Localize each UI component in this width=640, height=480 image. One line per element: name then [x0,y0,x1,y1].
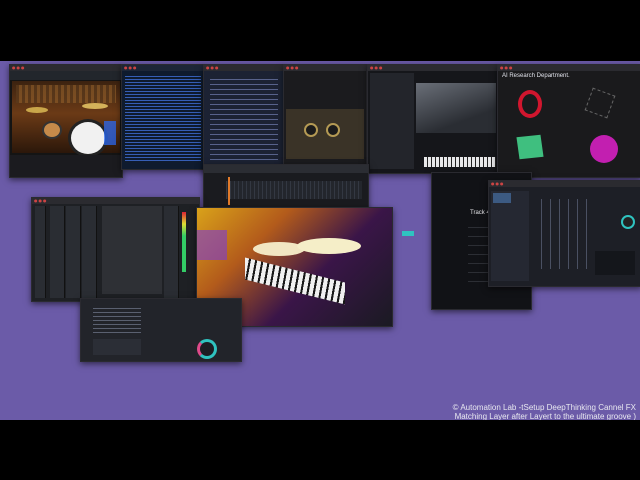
track-title: Track 4 [470,210,490,216]
channel-strip-titlebar[interactable]: ●●● [489,181,640,187]
drum-kit-image [12,81,120,157]
piano-plugin-sidebar [370,73,414,169]
mixer-top-knob-1[interactable] [304,123,318,137]
mixer-top-knob-2[interactable] [326,123,340,137]
magenta-circle-shape [590,135,618,163]
research-title: AI Research Department. [502,73,570,79]
drum-kit-window[interactable]: ●●● [9,64,123,178]
arrangement-marker [228,177,230,205]
caption-line-1: © Automation Lab -tSetup DeepThinking Ca… [452,403,636,412]
notes-window[interactable]: ●●● [203,64,285,172]
mixer-channel-4[interactable] [82,206,97,298]
kick-drum [68,119,108,157]
channel-strip-sidebar [491,191,529,281]
tom-drum [42,121,62,139]
blue-light [104,121,116,145]
mixer-top-titlebar[interactable]: ●●● [284,65,366,71]
purple-light [197,230,227,260]
drum-kit-toolbar [10,71,122,80]
arrangement-clip[interactable] [226,181,362,199]
mixer-channel-1[interactable] [35,206,46,298]
drum-head-right [297,238,361,254]
mixer-top-panel [286,109,364,159]
arrangement-ruler [204,165,368,173]
mixer-titlebar[interactable]: ●●● [32,198,199,204]
mixer-top-window[interactable]: ●●● [283,64,367,166]
channel-strip-window[interactable]: ●●● [488,180,640,287]
caption-line-2: Matching Layer after Layert to the ultim… [454,412,636,420]
code-editor-titlebar[interactable]: ●●● [122,65,204,71]
drum-kit-footer [10,155,122,177]
mixer-channel-3[interactable] [66,206,81,298]
analyzer-dial[interactable] [197,339,217,359]
mixer-channel-2[interactable] [50,206,65,298]
red-ring-shape [518,90,542,118]
piano-plugin-artwork [416,83,496,133]
piano-plugin-window[interactable]: ●●● [367,64,500,174]
desktop-background: ●●● ●●● ●●● ●●● ●●● ●●● AI Research Depa… [0,61,640,420]
analyzer-table [93,305,141,335]
analyzer-graph [93,339,141,355]
channel-strip-knob[interactable] [621,215,635,229]
wireframe-shape [584,87,616,119]
notes-titlebar[interactable]: ●●● [204,65,284,71]
channel-strip-faders [533,199,593,269]
channel-strip-scope [595,251,635,275]
code-lines [125,74,201,162]
mixer-meter [182,212,186,272]
keyboard-keys [245,257,345,305]
piano-keyboard[interactable] [424,157,496,167]
mixer-empty-panel [102,206,162,294]
green-polygon-shape [516,134,544,160]
research-titlebar[interactable]: ●●● [498,65,640,71]
notes-text [210,75,278,163]
research-window[interactable]: ●●● AI Research Department. [497,64,640,178]
mixer-window[interactable]: ●●● [31,197,200,302]
cyan-button[interactable] [402,231,414,236]
piano-plugin-titlebar[interactable]: ●●● [368,65,499,71]
code-editor-window[interactable]: ●●● [121,64,205,170]
mixer-master-channel[interactable] [164,206,179,298]
analyzer-window[interactable] [80,298,242,362]
cymbal-left [26,107,48,113]
cymbal-right [82,103,108,109]
shelf [16,85,116,103]
channel-strip-thumb [493,193,511,203]
